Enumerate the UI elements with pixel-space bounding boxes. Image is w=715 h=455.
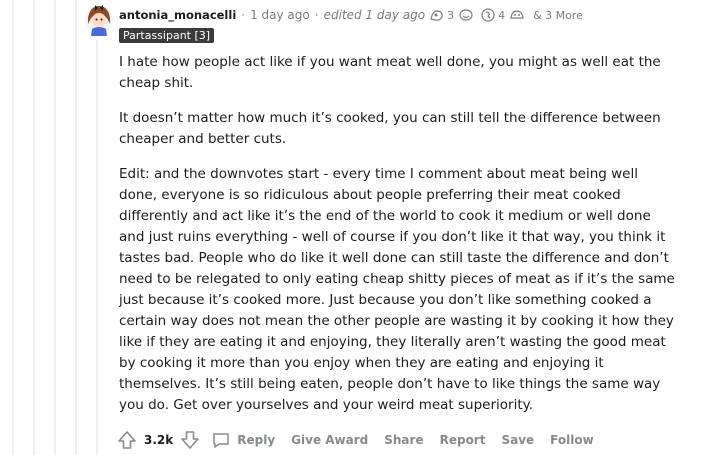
reply-label: Reply (237, 433, 276, 447)
username-link[interactable]: antonia_monacelli (119, 8, 236, 22)
more-awards-link[interactable]: & 3 More (533, 9, 583, 22)
comment-body: I hate how people act like if you want m… (119, 52, 675, 430)
follow-button[interactable]: Follow (550, 433, 594, 447)
award-icon-3 (480, 8, 496, 22)
reply-button[interactable]: Reply (211, 430, 275, 450)
award-3[interactable]: 4 (480, 8, 505, 22)
award-count-3: 4 (498, 8, 506, 22)
save-button[interactable]: Save (501, 433, 534, 447)
award-1[interactable]: 3 (429, 8, 454, 22)
award-icon-1 (429, 8, 445, 22)
comment-paragraph: Edit: and the downvotes start - every ti… (119, 166, 675, 413)
vote-score: 3.2k (144, 433, 174, 447)
comment-bubble-icon (211, 430, 231, 450)
thread-line-2[interactable] (33, 0, 35, 455)
comment-paragraph: It doesn’t matter how much it’s cooked, … (119, 110, 661, 147)
report-button[interactable]: Report (440, 433, 486, 447)
give-award-button[interactable]: Give Award (291, 433, 368, 447)
downvote-button[interactable] (179, 429, 201, 451)
comment-actions: 3.2k Reply Give Award Share Report Save … (116, 428, 610, 452)
upvote-button[interactable] (116, 429, 138, 451)
award-count-1: 3 (447, 8, 455, 22)
thread-line-4[interactable] (75, 0, 77, 455)
award-4[interactable] (509, 8, 527, 22)
edited-timestamp: edited 1 day ago (323, 8, 426, 22)
comment-header: antonia_monacelli · 1 day ago · edited 1… (119, 6, 583, 24)
award-2[interactable] (458, 8, 476, 22)
downvote-arrow-icon (179, 429, 201, 451)
share-button[interactable]: Share (384, 433, 423, 447)
upvote-arrow-icon (116, 429, 138, 451)
timestamp[interactable]: 1 day ago (250, 8, 310, 22)
award-icon-4 (509, 8, 525, 22)
separator-dot: · (241, 8, 246, 22)
thread-line-5[interactable] (96, 40, 98, 455)
user-flair: Partassipant [3] (119, 28, 215, 43)
thread-line-3[interactable] (54, 0, 56, 455)
comment-paragraph: I hate how people act like if you want m… (119, 54, 661, 91)
separator-dot: · (314, 8, 319, 22)
avatar[interactable] (84, 2, 114, 38)
thread-line-1[interactable] (12, 0, 14, 455)
award-icon-2 (458, 8, 474, 22)
